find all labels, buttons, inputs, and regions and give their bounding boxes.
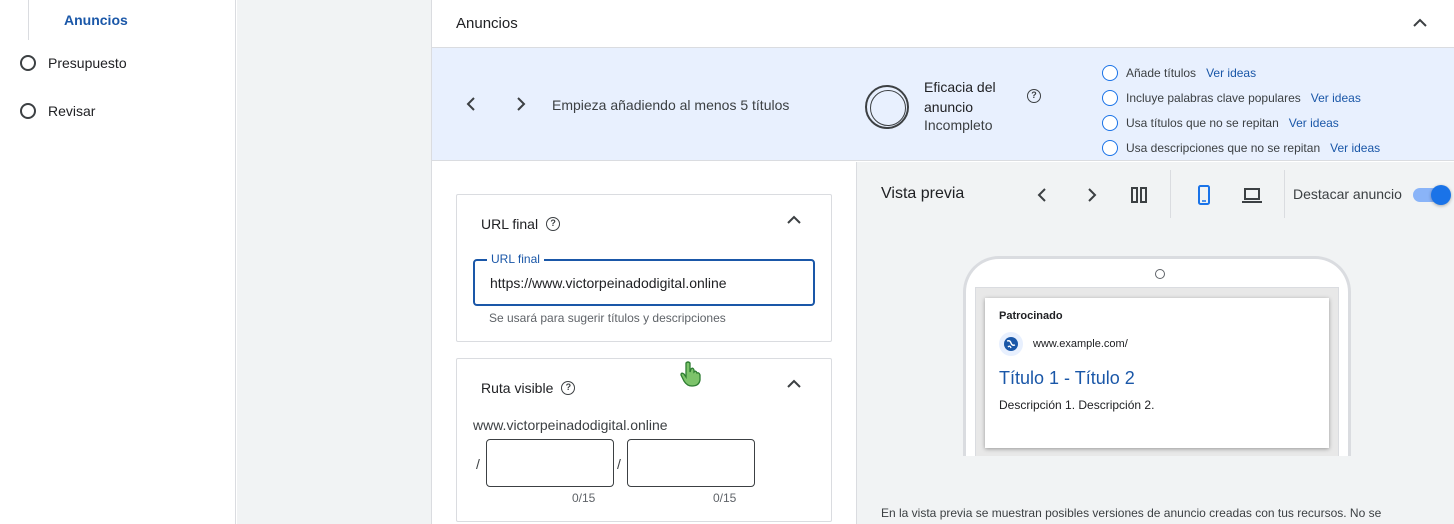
hand-cursor-icon (678, 360, 704, 388)
ad-description: Descripción 1. Descripción 2. (999, 398, 1155, 412)
path-separator: / (476, 456, 480, 472)
visible-path-card: Ruta visible ? www.victorpeinadodigital.… (456, 358, 832, 522)
chevron-left-icon[interactable] (462, 94, 482, 114)
tip-text: Usa descripciones que no se repitan (1126, 140, 1321, 155)
final-url-card: URL final ? URL final https://www.victor… (456, 194, 832, 342)
tip-item: Incluye palabras clave populares Ver ide… (1102, 85, 1380, 110)
ad-strength-banner: Empieza añadiendo al menos 5 títulos Efi… (432, 48, 1454, 161)
ad-strength-title: Eficacia del anuncio (924, 79, 996, 115)
final-url-helper: Se usará para sugerir títulos y descripc… (489, 311, 726, 325)
chevron-up-icon[interactable] (1410, 13, 1430, 33)
phone-screen: Patrocinado www.example.com/ Título 1 - … (975, 287, 1339, 456)
camera-icon (1155, 269, 1165, 279)
help-icon[interactable]: ? (1027, 89, 1041, 103)
sponsored-label: Patrocinado (999, 310, 1063, 322)
desktop-device-icon[interactable] (1241, 184, 1263, 206)
ad-strength-tips: Añade títulos Ver ideas Incluye palabras… (1102, 60, 1380, 160)
final-url-input[interactable]: URL final https://www.victorpeinadodigit… (473, 252, 815, 306)
ad-strength-ring-icon (865, 85, 909, 129)
sidebar: Anuncios Presupuesto Revisar (0, 0, 236, 524)
tip-ideas-link[interactable]: Ver ideas (1330, 141, 1380, 155)
tip-item: Añade títulos Ver ideas (1102, 60, 1380, 85)
panel-header[interactable]: Anuncios (432, 0, 1454, 48)
content-gutter (237, 0, 431, 524)
path2-counter: 0/15 (713, 491, 737, 505)
tip-ideas-link[interactable]: Ver ideas (1311, 91, 1361, 105)
panel-title: Anuncios (456, 15, 518, 32)
step-radio-icon (20, 103, 36, 119)
chevron-up-icon[interactable] (784, 374, 804, 394)
chevron-up-icon[interactable] (784, 210, 804, 230)
banner-message: Empieza añadiendo al menos 5 títulos (552, 97, 790, 113)
tip-text: Incluye palabras clave populares (1126, 90, 1301, 105)
tip-text: Usa títulos que no se repitan (1126, 115, 1279, 130)
sidebar-item-label: Presupuesto (48, 55, 127, 71)
mobile-device-icon[interactable] (1193, 184, 1215, 206)
sidebar-item-label: Revisar (48, 103, 96, 119)
toolbar-divider (1284, 170, 1285, 218)
path2-input[interactable] (627, 439, 755, 487)
tip-text: Añade títulos (1126, 65, 1197, 80)
chevron-left-icon[interactable] (1032, 184, 1054, 206)
highlight-ad-toggle[interactable] (1413, 185, 1451, 205)
preview-footnote: En la vista previa se muestran posibles … (881, 506, 1382, 520)
sidebar-item-anuncios[interactable]: Anuncios (64, 12, 128, 28)
tip-circle-icon (1102, 64, 1118, 81)
step-radio-icon (20, 55, 36, 71)
ad-strength-status: Incompleto (924, 117, 993, 133)
visible-path-domain: www.victorpeinadodigital.online (473, 417, 668, 433)
ad-preview-card: Patrocinado www.example.com/ Título 1 - … (985, 298, 1329, 448)
columns-view-icon[interactable] (1128, 184, 1150, 206)
ad-headline: Título 1 - Título 2 (999, 368, 1135, 388)
tip-circle-icon (1102, 89, 1118, 106)
phone-mockup: Patrocinado www.example.com/ Título 1 - … (963, 256, 1351, 456)
preview-title: Vista previa (881, 185, 965, 202)
chevron-right-icon[interactable] (510, 94, 530, 114)
tip-circle-icon (1102, 139, 1118, 156)
ad-display-url: www.example.com/ (1033, 338, 1128, 350)
final-url-value: https://www.victorpeinadodigital.online (490, 275, 727, 291)
final-url-field-label: URL final (487, 252, 544, 266)
chevron-right-icon[interactable] (1080, 184, 1102, 206)
path1-counter: 0/15 (572, 491, 596, 505)
path1-input[interactable] (486, 439, 614, 487)
sidebar-item-presupuesto[interactable]: Presupuesto (20, 55, 127, 71)
tip-circle-icon (1102, 114, 1118, 131)
tip-item: Usa títulos que no se repitan Ver ideas (1102, 110, 1380, 135)
tip-item: Usa descripciones que no se repitan Ver … (1102, 135, 1380, 160)
globe-icon (999, 332, 1023, 356)
sidebar-item-revisar[interactable]: Revisar (20, 103, 95, 119)
help-icon[interactable]: ? (546, 217, 561, 231)
toolbar-divider (1170, 170, 1171, 218)
visible-path-title: Ruta visible ? (481, 380, 576, 396)
highlight-ad-label: Destacar anuncio (1293, 186, 1402, 202)
tip-ideas-link[interactable]: Ver ideas (1206, 66, 1256, 80)
form-column: URL final ? URL final https://www.victor… (432, 162, 856, 524)
path-separator: / (617, 456, 621, 472)
final-url-title-text: URL final (481, 216, 539, 232)
visible-path-title-text: Ruta visible (481, 380, 554, 396)
final-url-title: URL final ? (481, 216, 561, 232)
help-icon[interactable]: ? (561, 381, 576, 395)
tip-ideas-link[interactable]: Ver ideas (1289, 116, 1339, 130)
preview-panel: Vista previa Destacar anuncio Patrocinad… (856, 162, 1454, 524)
toggle-knob (1431, 185, 1451, 205)
ads-panel: Anuncios Empieza añadiendo al menos 5 tí… (431, 0, 1454, 524)
sidebar-tree-line (28, 0, 29, 40)
